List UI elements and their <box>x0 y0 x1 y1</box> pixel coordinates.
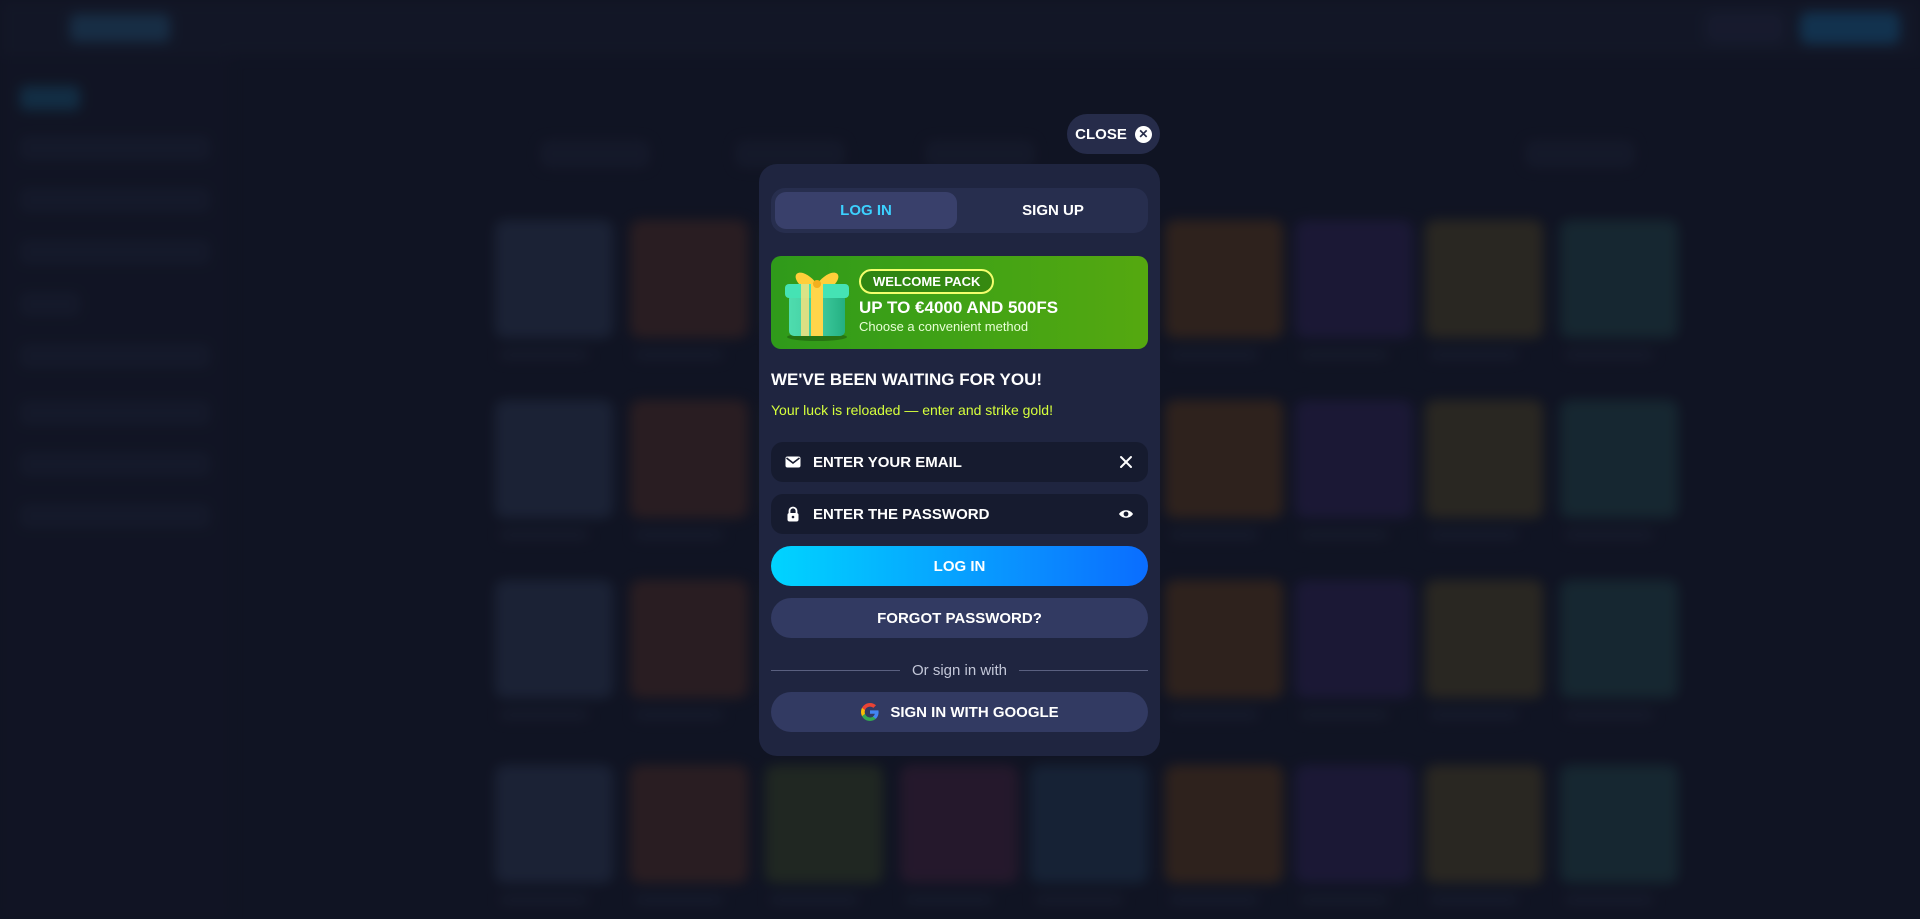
x-icon[interactable] <box>1118 454 1134 470</box>
tab-login[interactable]: LOG IN <box>775 192 957 229</box>
forgot-password-button[interactable]: FORGOT PASSWORD? <box>771 598 1148 638</box>
sign-in-divider: Or sign in with <box>771 660 1149 680</box>
eye-icon[interactable] <box>1118 506 1134 522</box>
promo-badge: WELCOME PACK <box>859 269 995 294</box>
divider-line <box>771 669 900 671</box>
close-button[interactable]: CLOSE ✕ <box>1067 114 1160 154</box>
divider-text: Or sign in with <box>911 661 1008 679</box>
form-subheading: Your luck is reloaded — enter and strike… <box>771 402 1053 418</box>
promo-title: UP TO €4000 AND 500FS <box>859 298 1059 317</box>
login-submit-button[interactable]: LOG IN <box>771 546 1148 586</box>
google-button-label: SIGN IN WITH GOOGLE <box>890 703 1059 721</box>
google-sign-in-button[interactable]: SIGN IN WITH GOOGLE <box>771 692 1148 732</box>
lock-icon <box>787 506 799 522</box>
tab-signup[interactable]: SIGN UP <box>962 192 1144 229</box>
welcome-promo-banner: WELCOME PACK UP TO €4000 AND 500FS Choos… <box>771 256 1148 349</box>
email-field <box>771 442 1148 482</box>
promo-subtitle: Choose a convenient method <box>859 319 1029 334</box>
close-circle-icon: ✕ <box>1134 125 1152 143</box>
email-input[interactable] <box>813 442 1093 482</box>
password-input[interactable] <box>813 494 1093 534</box>
google-logo-icon <box>861 703 879 721</box>
form-heading: WE'VE BEEN WAITING FOR YOU! <box>771 370 1043 389</box>
password-field <box>771 494 1148 534</box>
gift-box-icon <box>785 272 849 341</box>
envelope-icon <box>785 456 801 468</box>
close-label: CLOSE <box>1075 125 1127 143</box>
auth-tabs: LOG IN SIGN UP <box>771 188 1148 233</box>
auth-modal: LOG IN SIGN UP WELCOME PACK UP TO €4000 … <box>759 164 1160 756</box>
divider-line <box>1019 669 1149 671</box>
